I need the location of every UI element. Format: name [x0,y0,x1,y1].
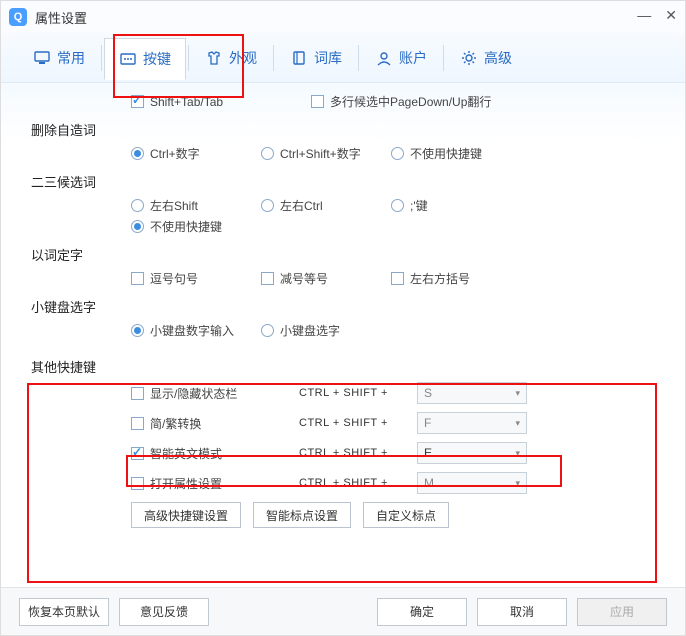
section-delete-word: 删除自造词 [31,120,655,139]
checkbox-shift-tab[interactable]: Shift+Tab/Tab [131,95,311,109]
select-english-key[interactable]: E▾ [417,442,527,464]
radio-icon [131,324,144,337]
radio-icon [261,324,274,337]
checkbox-icon [261,272,274,285]
ok-button[interactable]: 确定 [377,598,467,626]
chevron-down-icon: ▾ [515,418,520,429]
select-statusbar-key[interactable]: S▾ [417,382,527,404]
radio-icon [131,199,144,212]
tab-advanced[interactable]: 高级 [446,38,526,78]
radio-no-hotkey-23[interactable]: 不使用快捷键 [131,218,261,235]
checkbox-icon [131,417,144,430]
restore-defaults-button[interactable]: 恢复本页默认 [19,598,109,626]
tab-label: 账户 [399,48,427,68]
radio-semicolon[interactable]: ;'键 [391,197,521,214]
radio-numpad-select[interactable]: 小键盘选字 [261,322,391,339]
checkbox-smart-english[interactable]: 智能英文模式 [131,445,291,462]
tab-account[interactable]: 账户 [361,38,441,78]
radio-icon [131,220,144,233]
checkbox-simp-trad[interactable]: 简/繁转换 [131,415,291,432]
cancel-button[interactable]: 取消 [477,598,567,626]
radio-icon [131,147,144,160]
tab-label: 高级 [484,48,512,68]
tab-lexicon[interactable]: 词库 [276,38,356,78]
tab-label: 按键 [143,49,171,69]
chevron-down-icon: ▾ [515,388,520,399]
radio-lr-shift[interactable]: 左右Shift [131,197,261,214]
user-icon [375,49,393,67]
tab-common[interactable]: 常用 [19,38,99,78]
checkbox-icon [391,272,404,285]
book-icon [290,49,308,67]
shirt-icon [205,49,223,67]
app-logo-icon: Q [9,8,27,26]
radio-numpad-input[interactable]: 小键盘数字输入 [131,322,261,339]
tab-label: 词库 [314,48,342,68]
checkbox-icon [131,477,144,490]
settings-window: Q 属性设置 — ✕ 常用 按键 外观 词库 账户 [0,0,686,636]
chevron-down-icon: ▾ [515,448,520,459]
tab-appearance[interactable]: 外观 [191,38,271,78]
radio-ctrl-shift-num[interactable]: Ctrl+Shift+数字 [261,145,391,162]
checkbox-icon [131,387,144,400]
radio-no-hotkey[interactable]: 不使用快捷键 [391,145,521,162]
apply-button[interactable]: 应用 [577,598,667,626]
custom-punct-button[interactable]: 自定义标点 [363,502,449,528]
checkbox-brackets[interactable]: 左右方括号 [391,270,521,287]
gear-icon [460,49,478,67]
checkbox-icon [131,95,144,108]
checkbox-icon [311,95,324,108]
footer: 恢复本页默认 意见反馈 确定 取消 应用 [1,587,685,635]
window-title: 属性设置 [35,8,87,27]
checkbox-icon [131,272,144,285]
hotkey-prefix: CTRL + SHIFT + [299,387,409,399]
checkbox-icon [131,447,144,460]
keyboard-icon [119,50,137,68]
select-settings-key[interactable]: M▾ [417,472,527,494]
tab-bar: 常用 按键 外观 词库 账户 高级 [1,33,685,83]
checkbox-comma-period[interactable]: 逗号句号 [131,270,261,287]
chevron-down-icon: ▾ [515,478,520,489]
radio-icon [391,199,404,212]
section-other-hotkeys: 其他快捷键 [31,357,655,376]
radio-lr-ctrl[interactable]: 左右Ctrl [261,197,391,214]
radio-icon [261,199,274,212]
feedback-button[interactable]: 意见反馈 [119,598,209,626]
section-23-candidate: 二三候选词 [31,172,655,191]
close-button[interactable]: ✕ [665,7,677,24]
checkbox-open-settings[interactable]: 打开属性设置 [131,475,291,492]
advanced-hotkey-button[interactable]: 高级快捷键设置 [131,502,241,528]
checkbox-minus-equal[interactable]: 减号等号 [261,270,391,287]
radio-icon [391,147,404,160]
hotkey-prefix: CTRL + SHIFT + [299,417,409,429]
hotkey-prefix: CTRL + SHIFT + [299,447,409,459]
section-numpad: 小键盘选字 [31,297,655,316]
titlebar: Q 属性设置 — ✕ [1,1,685,33]
content-area: Shift+Tab/Tab 多行候选中PageDown/Up翻行 删除自造词 C… [1,83,685,587]
tab-label: 常用 [57,48,85,68]
checkbox-toggle-statusbar[interactable]: 显示/隐藏状态栏 [131,385,291,402]
checkbox-pagedown[interactable]: 多行候选中PageDown/Up翻行 [311,93,611,110]
tab-label: 外观 [229,48,257,68]
select-simptrad-key[interactable]: F▾ [417,412,527,434]
minimize-button[interactable]: — [637,7,651,24]
section-word-fix: 以词定字 [31,245,655,264]
radio-ctrl-num[interactable]: Ctrl+数字 [131,145,261,162]
hotkey-prefix: CTRL + SHIFT + [299,477,409,489]
monitor-icon [33,49,51,67]
tab-keys[interactable]: 按键 [104,38,186,80]
smart-punct-button[interactable]: 智能标点设置 [253,502,351,528]
radio-icon [261,147,274,160]
